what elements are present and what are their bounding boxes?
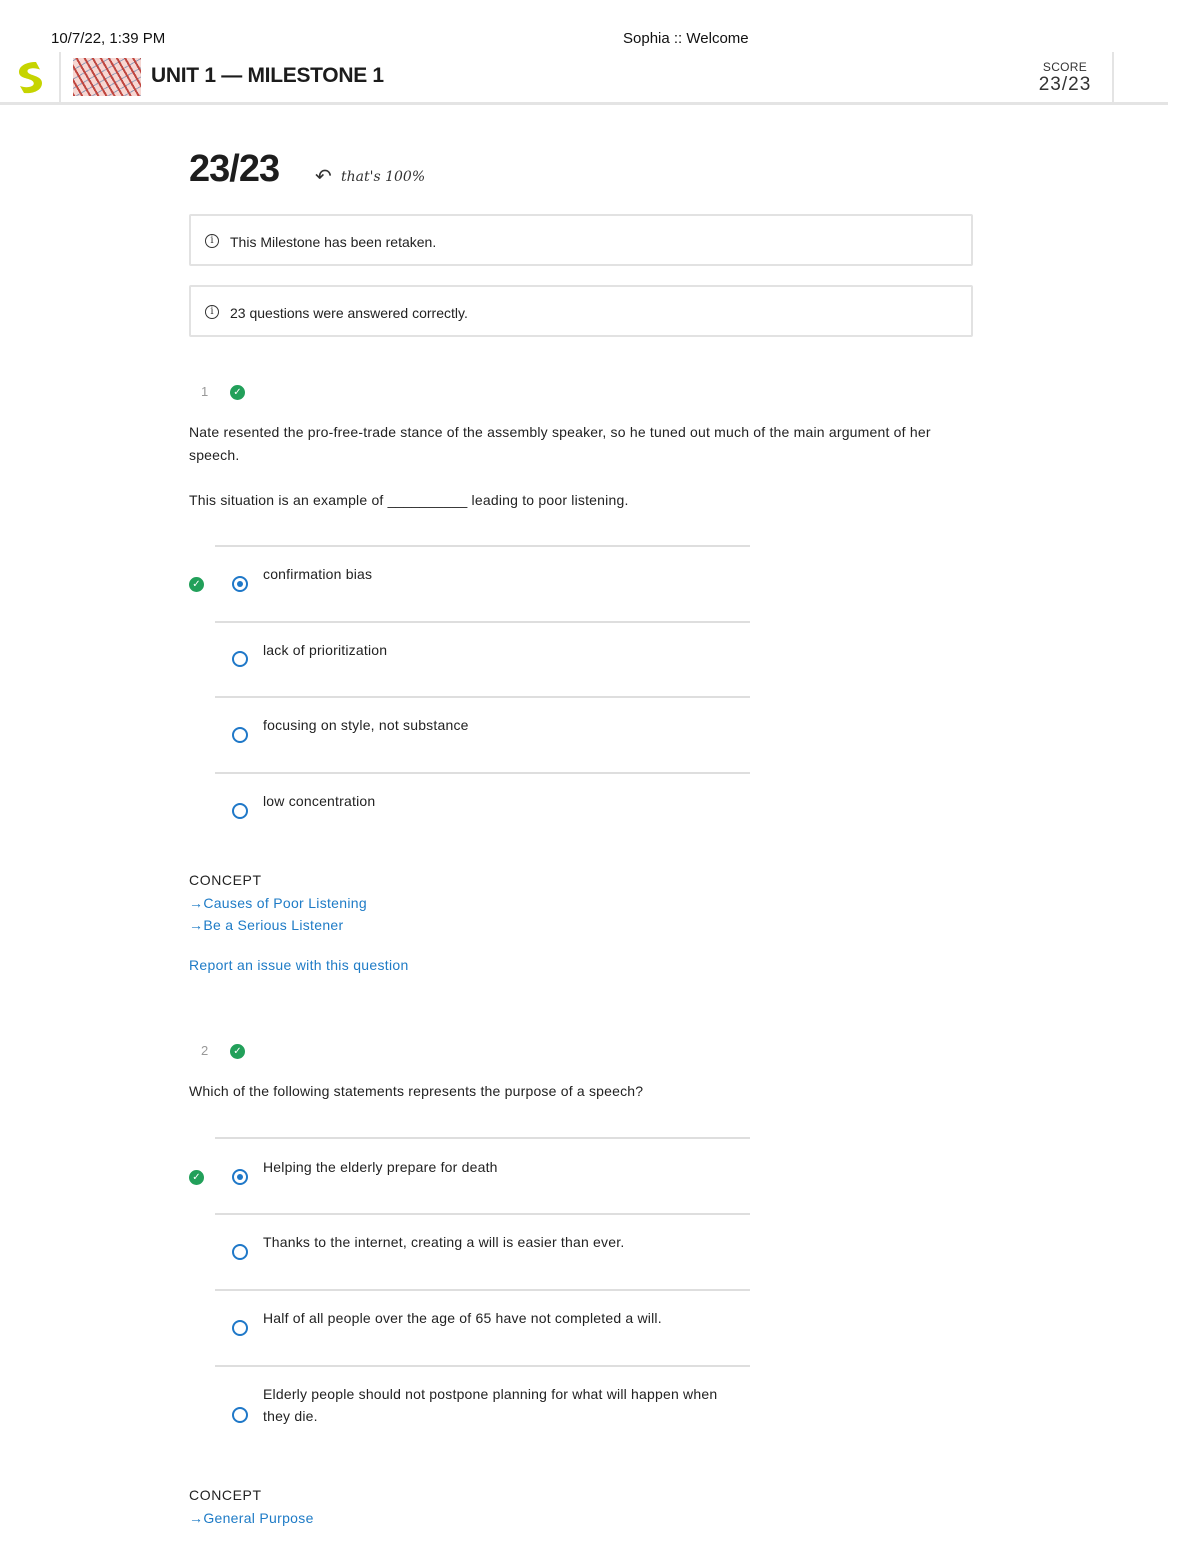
unit-title: UNIT 1 — MILESTONE 1: [151, 64, 384, 87]
report-issue-link[interactable]: Report an issue with this question: [189, 957, 409, 973]
header-divider: [1112, 52, 1114, 102]
answer-option-label: Thanks to the internet, creating a will …: [263, 1234, 625, 1250]
correct-answer-check-icon: ✓: [189, 1170, 204, 1185]
print-page-title: Sophia :: Welcome: [623, 30, 749, 47]
check-icon: ✓: [230, 385, 245, 400]
arrow-icon: →: [189, 895, 204, 911]
option-divider: [215, 1365, 750, 1367]
score-note: that's 100%: [341, 169, 426, 185]
option-divider: [215, 1213, 750, 1215]
option-divider: [215, 696, 750, 698]
question-text: Which of the following statements repres…: [189, 1083, 644, 1099]
back-arrow-icon: ↶: [315, 166, 332, 188]
info-icon: i: [205, 234, 219, 248]
correct-answer-check-icon: ✓: [189, 577, 204, 592]
header-divider: [59, 52, 61, 102]
notice-text: 23 questions were answered correctly.: [230, 305, 468, 321]
question-number: 1: [201, 384, 209, 399]
answer-option-label: low concentration: [263, 793, 376, 809]
retaken-notice: i This Milestone has been retaken.: [189, 214, 973, 266]
concept-heading: CONCEPT: [189, 872, 262, 888]
answer-option-label: Elderly people should not postpone plann…: [263, 1386, 718, 1424]
summary-score: 23/23: [189, 148, 280, 190]
concept-link[interactable]: →General Purpose: [189, 1510, 314, 1526]
arrow-icon: →: [189, 1510, 204, 1526]
option-divider: [215, 545, 750, 547]
answer-radio[interactable]: [232, 576, 248, 592]
answer-option-label: confirmation bias: [263, 566, 373, 582]
answer-radio[interactable]: [232, 803, 248, 819]
app-header: UNIT 1 — MILESTONE 1 SCORE 23/23: [0, 52, 1168, 105]
answer-option-label: lack of prioritization: [263, 642, 388, 658]
answer-radio[interactable]: [232, 1244, 248, 1260]
concept-heading: CONCEPT: [189, 1487, 262, 1503]
answer-radio[interactable]: [232, 727, 248, 743]
score-value: 23/23: [1038, 74, 1092, 95]
course-thumbnail: [73, 58, 141, 96]
answer-option-label: Helping the elderly prepare for death: [263, 1159, 498, 1175]
option-divider: [215, 772, 750, 774]
concept-link[interactable]: →Causes of Poor Listening: [189, 895, 367, 911]
notice-text: This Milestone has been retaken.: [230, 234, 437, 250]
answer-radio[interactable]: [232, 1320, 248, 1336]
sophia-logo-icon[interactable]: [14, 60, 46, 94]
answer-radio[interactable]: [232, 651, 248, 667]
answer-radio[interactable]: [232, 1407, 248, 1423]
correct-count-notice: i 23 questions were answered correctly.: [189, 285, 973, 337]
option-divider: [215, 1289, 750, 1291]
answer-option-label: focusing on style, not substance: [263, 717, 469, 733]
option-divider: [215, 621, 750, 623]
option-divider: [215, 1137, 750, 1139]
score-label: SCORE: [1042, 60, 1088, 74]
question-number: 2: [201, 1043, 209, 1058]
question-text: Nate resented the pro-free-trade stance …: [189, 424, 931, 463]
question-prompt: This situation is an example of ________…: [189, 492, 629, 508]
answer-option-label: Half of all people over the age of 65 ha…: [263, 1310, 662, 1326]
print-datetime: 10/7/22, 1:39 PM: [51, 30, 166, 47]
answer-radio[interactable]: [232, 1169, 248, 1185]
arrow-icon: →: [189, 917, 204, 933]
check-icon: ✓: [230, 1044, 245, 1059]
info-icon: i: [205, 305, 219, 319]
concept-link[interactable]: →Be a Serious Listener: [189, 917, 343, 933]
